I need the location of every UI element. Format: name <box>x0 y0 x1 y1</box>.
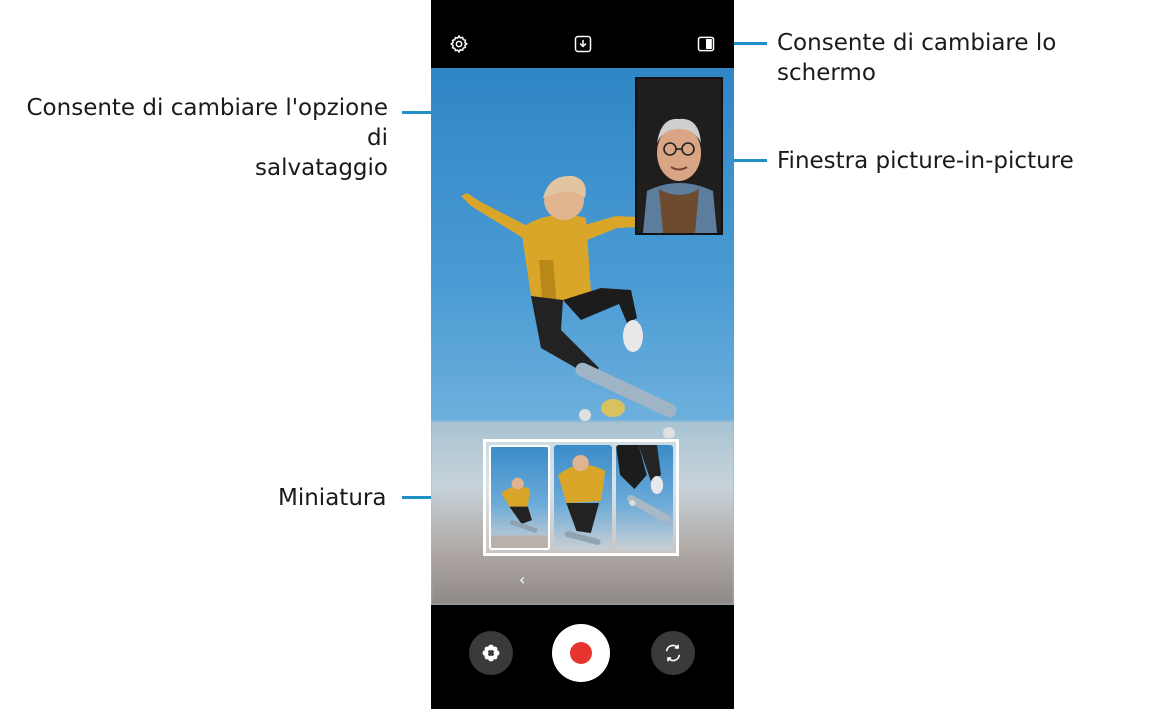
callout-switch-screen: Consente di cambiare lo schermo <box>777 30 1057 86</box>
record-icon <box>570 642 592 664</box>
switch-camera-rotate-camera-icon[interactable] <box>651 631 695 675</box>
camera-bottom-bar <box>431 605 734 709</box>
callout-save-option-line1: Consente di cambiare l'opzione di <box>26 95 389 151</box>
effects-flower-icon[interactable] <box>469 631 513 675</box>
thumbnail-item[interactable] <box>489 445 551 550</box>
phone-screen: ‹ <box>431 0 734 709</box>
settings-gear-icon[interactable] <box>448 33 470 55</box>
thumbnail-image <box>615 445 671 523</box>
screen-layout-split-screen-icon[interactable] <box>695 33 717 55</box>
pip-person-image <box>637 79 721 233</box>
thumbnail-strip[interactable] <box>483 439 679 556</box>
camera-top-bar <box>431 0 734 68</box>
callout-pip-window: Finestra picture-in-picture <box>777 148 1074 174</box>
callout-save-option: Consente di cambiare l'opzione di salvat… <box>8 93 389 183</box>
callout-thumbnail: Miniatura <box>278 485 387 511</box>
save-option-download-icon[interactable] <box>572 33 594 55</box>
callout-save-option-line2: salvataggio <box>255 155 388 181</box>
thumbnail-item[interactable] <box>615 445 673 550</box>
thumbnail-item[interactable] <box>554 445 612 550</box>
record-button[interactable] <box>552 624 610 682</box>
picture-in-picture-window[interactable] <box>635 77 723 235</box>
thumbnail-image <box>491 477 549 548</box>
thumbnail-nav-chevron-left-icon[interactable]: ‹ <box>519 570 525 589</box>
camera-viewfinder[interactable]: ‹ <box>431 68 734 605</box>
thumbnail-image <box>558 455 606 545</box>
